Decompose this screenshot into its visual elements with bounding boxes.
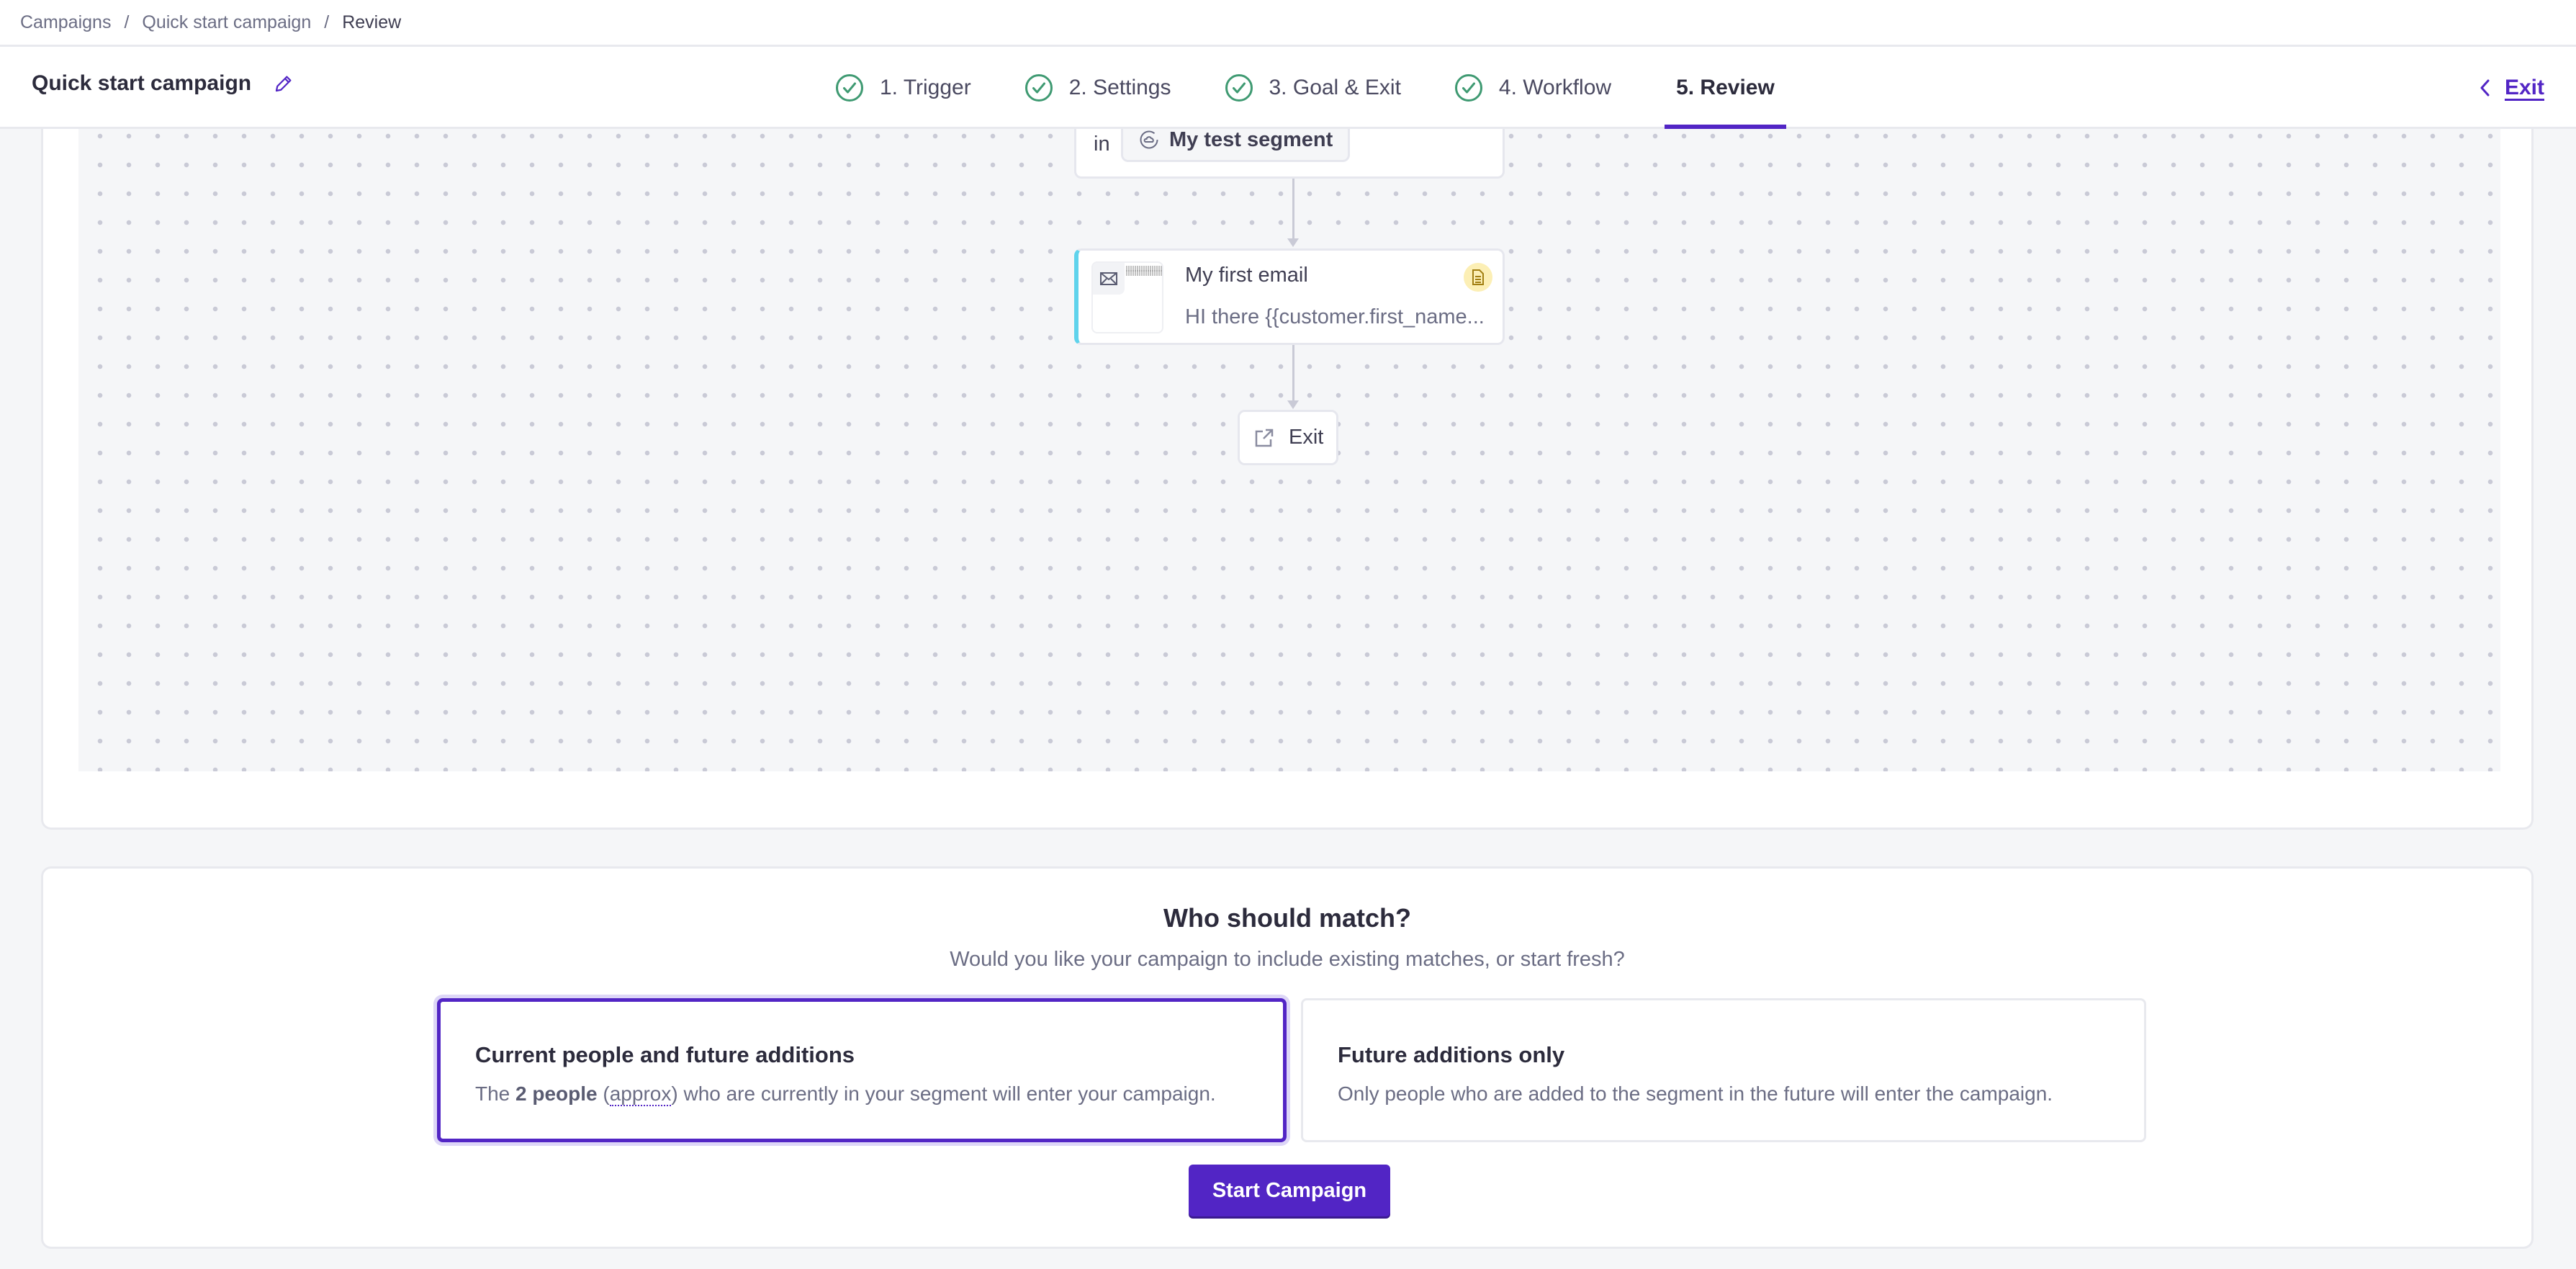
match-title: Who should match? xyxy=(1163,903,1411,933)
connector-line xyxy=(1292,179,1294,239)
tab-label: 1. Trigger xyxy=(880,76,971,99)
email-node[interactable]: My first email HI there {{customer.first… xyxy=(1074,248,1505,345)
exit-node[interactable]: Exit xyxy=(1238,410,1338,465)
start-campaign-button[interactable]: Start Campaign xyxy=(1189,1165,1390,1216)
option-title: Current people and future additions xyxy=(475,1042,855,1067)
segment-pill[interactable]: My test segment xyxy=(1121,129,1350,162)
segment-name: My test segment xyxy=(1169,129,1333,151)
option-future-only[interactable]: Future additions only Only people who ar… xyxy=(1301,998,2146,1142)
tab-goal-exit[interactable]: 3. Goal & Exit xyxy=(1225,47,1401,129)
workflow-canvas[interactable]: in My test segment My first email HI the… xyxy=(78,129,2500,771)
tab-label: 2. Settings xyxy=(1068,76,1171,99)
chevron-left-icon xyxy=(2480,79,2490,97)
connector-line xyxy=(1292,345,1294,401)
breadcrumb-review: Review xyxy=(342,12,402,32)
breadcrumb-separator: / xyxy=(124,12,130,32)
exit-button[interactable]: Exit xyxy=(2476,47,2544,129)
check-circle-icon xyxy=(1225,74,1253,102)
thumbnail-preview-text xyxy=(1126,270,1162,276)
tab-label: 4. Workflow xyxy=(1498,76,1612,99)
exit-label: Exit xyxy=(2504,76,2544,99)
document-icon xyxy=(1472,269,1484,285)
connector-arrow xyxy=(1287,400,1299,409)
tab-label: 5. Review xyxy=(1676,76,1775,99)
check-circle-icon xyxy=(1454,74,1482,102)
breadcrumb-campaigns[interactable]: Campaigns xyxy=(20,12,111,33)
match-subtitle: Would you like your campaign to include … xyxy=(950,948,1625,971)
breadcrumb-separator: / xyxy=(324,12,330,32)
envelope-icon-box xyxy=(1093,263,1125,295)
check-circle-icon xyxy=(1024,74,1053,102)
document-badge[interactable] xyxy=(1464,263,1492,292)
option-description: The 2 people (approx) who are currently … xyxy=(475,1082,1216,1106)
desc-suffix: who are currently in your segment will e… xyxy=(677,1082,1216,1105)
email-thumbnail xyxy=(1091,261,1163,333)
external-link-icon xyxy=(1255,429,1274,447)
tab-settings[interactable]: 2. Settings xyxy=(1024,47,1171,129)
email-subject: HI there {{customer.first_name... xyxy=(1185,305,1485,328)
pencil-icon[interactable] xyxy=(273,73,294,94)
tab-workflow[interactable]: 4. Workflow xyxy=(1454,47,1611,129)
tab-trigger[interactable]: 1. Trigger xyxy=(835,47,971,129)
campaign-title-group: Quick start campaign xyxy=(32,71,294,96)
exit-node-label: Exit xyxy=(1289,426,1324,449)
campaign-header: Quick start campaign 1. Trigger 2. Setti… xyxy=(0,47,2576,129)
campaign-title: Quick start campaign xyxy=(32,71,252,95)
envelope-icon xyxy=(1100,272,1117,285)
step-tabs: 1. Trigger 2. Settings 3. Goal & Exit 4.… xyxy=(835,47,1786,129)
check-circle-icon xyxy=(836,74,863,102)
desc-prefix: The xyxy=(475,1082,516,1105)
email-name: My first email xyxy=(1185,264,1308,287)
breadcrumb-quick-start-campaign[interactable]: Quick start campaign xyxy=(142,12,311,33)
tab-label: 3. Goal & Exit xyxy=(1269,76,1401,99)
workflow-card: in My test segment My first email HI the… xyxy=(41,129,2534,830)
people-count: 2 people xyxy=(515,1082,598,1105)
approx-tooltip-trigger[interactable]: approx xyxy=(609,1082,672,1106)
option-description: Only people who are added to the segment… xyxy=(1338,1082,2053,1105)
segment-icon xyxy=(1140,130,1158,149)
breadcrumb: Campaigns / Quick start campaign / Revie… xyxy=(0,0,2576,47)
option-title: Future additions only xyxy=(1338,1042,1565,1067)
connector-arrow xyxy=(1287,238,1299,247)
tab-review[interactable]: 5. Review xyxy=(1665,47,1786,129)
segment-prefix: in xyxy=(1094,133,1110,156)
segment-trigger-node[interactable]: in My test segment xyxy=(1074,129,1505,179)
match-card: Who should match? Would you like your ca… xyxy=(41,866,2534,1249)
option-current-and-future[interactable]: Current people and future additions The … xyxy=(437,998,1287,1142)
